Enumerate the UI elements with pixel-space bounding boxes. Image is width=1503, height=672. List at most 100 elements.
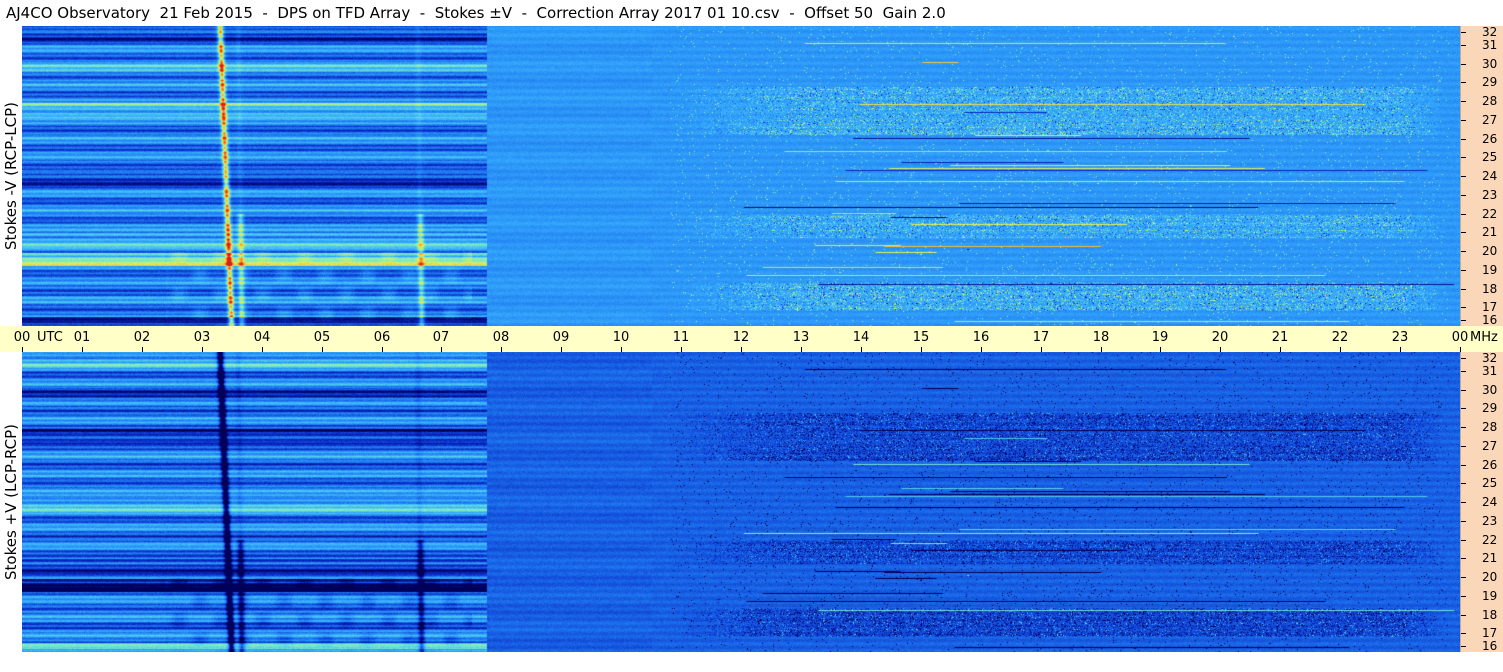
- time-tick-label: 00: [1451, 330, 1469, 345]
- frequency-tick: [1461, 195, 1466, 196]
- frequency-tick: [1461, 540, 1466, 541]
- frequency-tick: [1461, 270, 1466, 271]
- frequency-tick-label: 23: [1482, 188, 1498, 202]
- bottom-frequency-axis: 16 17 18 19 20 21 22 23 24 25 26 27 28 29 30 31 32: [1460, 352, 1503, 652]
- frequency-tick-label: 22: [1482, 533, 1498, 547]
- frequency-tick: [1461, 251, 1466, 252]
- frequency-tick: [1461, 483, 1466, 484]
- frequency-tick: [1461, 427, 1466, 428]
- time-tick-label: 09: [552, 330, 570, 345]
- frequency-tick-label: 16: [1482, 313, 1498, 327]
- time-tick-label: 02: [133, 330, 151, 345]
- frequency-tick-label: 22: [1482, 207, 1498, 221]
- top-panel-ylabel: Stokes -V (RCP-LCP): [0, 26, 22, 326]
- frequency-tick-label: 20: [1482, 570, 1498, 584]
- time-tick-label: 06: [373, 330, 391, 345]
- frequency-tick-label: 31: [1482, 364, 1498, 378]
- frequency-tick-label: 30: [1482, 57, 1498, 71]
- frequency-tick: [1461, 32, 1466, 33]
- frequency-tick-label: 30: [1482, 383, 1498, 397]
- frequency-tick: [1461, 82, 1466, 83]
- bottom-panel-ylabel-text: Stokes +V (LCP-RCP): [2, 424, 20, 580]
- frequency-tick-label: 31: [1482, 38, 1498, 52]
- time-unit-label: UTC: [37, 330, 63, 345]
- frequency-tick-label: 28: [1482, 94, 1498, 108]
- frequency-tick: [1461, 358, 1466, 359]
- frequency-tick-label: 20: [1482, 244, 1498, 258]
- top-panel-ylabel-text: Stokes -V (RCP-LCP): [2, 102, 20, 250]
- time-tick-label: 20: [1211, 330, 1229, 345]
- bottom-panel-ylabel: Stokes +V (LCP-RCP): [0, 352, 22, 652]
- frequency-tick-label: 18: [1482, 608, 1498, 622]
- frequency-tick-label: 19: [1482, 263, 1498, 277]
- frequency-tick-label: 17: [1482, 626, 1498, 640]
- time-tick-label: 07: [432, 330, 450, 345]
- frequency-tick-label: 23: [1482, 514, 1498, 528]
- frequency-tick: [1461, 101, 1466, 102]
- frequency-tick-label: 25: [1482, 476, 1498, 490]
- time-tick-label: 13: [792, 330, 810, 345]
- frequency-tick: [1461, 176, 1466, 177]
- frequency-tick: [1461, 596, 1466, 597]
- frequency-tick: [1461, 320, 1466, 321]
- frequency-tick: [1461, 502, 1466, 503]
- frequency-tick: [1461, 558, 1466, 559]
- frequency-tick: [1461, 646, 1466, 647]
- time-tick-label: 00: [13, 330, 31, 345]
- frequency-tick: [1461, 289, 1466, 290]
- time-tick-label: 12: [732, 330, 750, 345]
- time-tick-label: 22: [1331, 330, 1349, 345]
- time-tick-label: 04: [253, 330, 271, 345]
- frequency-tick-label: 21: [1482, 225, 1498, 239]
- frequency-unit-label: MHz: [1470, 330, 1498, 345]
- frequency-tick-label: 17: [1482, 300, 1498, 314]
- time-tick-label: 11: [672, 330, 690, 345]
- frequency-tick: [1461, 465, 1466, 466]
- frequency-tick: [1461, 446, 1466, 447]
- frequency-tick: [1461, 45, 1466, 46]
- frequency-tick-label: 24: [1482, 169, 1498, 183]
- time-tick-label: 16: [972, 330, 990, 345]
- time-tick-label: 19: [1151, 330, 1169, 345]
- time-tick-label: 17: [1032, 330, 1050, 345]
- frequency-tick: [1461, 521, 1466, 522]
- frequency-tick-label: 32: [1482, 351, 1498, 365]
- frequency-tick: [1461, 139, 1466, 140]
- frequency-tick: [1461, 157, 1466, 158]
- frequency-tick-label: 25: [1482, 150, 1498, 164]
- time-tick-label: 08: [492, 330, 510, 345]
- frequency-tick: [1461, 390, 1466, 391]
- frequency-tick-label: 27: [1482, 439, 1498, 453]
- frequency-tick: [1461, 120, 1466, 121]
- frequency-tick-label: 19: [1482, 589, 1498, 603]
- frequency-tick: [1461, 408, 1466, 409]
- frequency-tick: [1461, 633, 1466, 634]
- frequency-tick: [1461, 371, 1466, 372]
- chart-title: AJ4CO Observatory 21 Feb 2015 - DPS on T…: [6, 4, 946, 22]
- frequency-tick-label: 29: [1482, 75, 1498, 89]
- frequency-tick-label: 26: [1482, 458, 1498, 472]
- frequency-tick-label: 27: [1482, 113, 1498, 127]
- frequency-tick: [1461, 214, 1466, 215]
- time-tick-label: 21: [1271, 330, 1289, 345]
- top-frequency-axis: 16 17 18 19 20 21 22 23 24 25 26 27 28 29 30 31 32: [1460, 26, 1503, 326]
- time-tick-label: 03: [193, 330, 211, 345]
- frequency-tick-label: 29: [1482, 401, 1498, 415]
- time-tick-label: 01: [73, 330, 91, 345]
- top-spectrogram-canvas: [22, 26, 1460, 326]
- time-tick-label: 18: [1092, 330, 1110, 345]
- frequency-tick: [1461, 615, 1466, 616]
- frequency-tick: [1461, 307, 1466, 308]
- frequency-tick: [1461, 64, 1466, 65]
- frequency-tick-label: 32: [1482, 25, 1498, 39]
- time-tick-label: 10: [612, 330, 630, 345]
- frequency-tick-label: 28: [1482, 420, 1498, 434]
- frequency-tick: [1461, 232, 1466, 233]
- time-tick-label: 05: [313, 330, 331, 345]
- frequency-tick-label: 21: [1482, 551, 1498, 565]
- top-spectrogram: [22, 26, 1460, 326]
- bottom-spectrogram: [22, 352, 1460, 652]
- frequency-tick: [1461, 577, 1466, 578]
- frequency-tick-label: 18: [1482, 282, 1498, 296]
- time-tick-label: 15: [912, 330, 930, 345]
